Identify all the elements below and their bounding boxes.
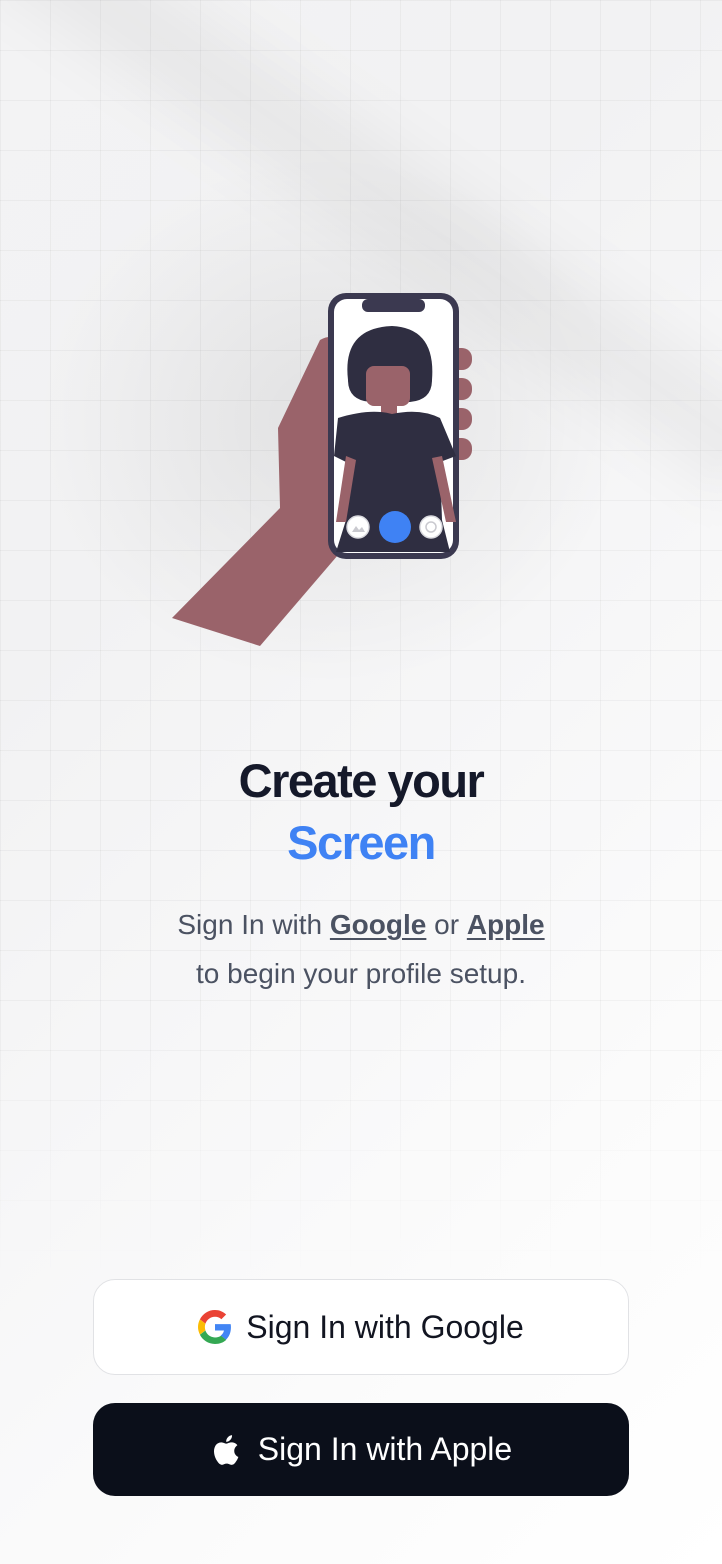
subtitle: Sign In with Google or Apple to begin yo… <box>0 900 722 998</box>
phone-selfie-illustration <box>170 290 480 650</box>
subtitle-line-2: to begin your profile setup. <box>196 958 526 989</box>
google-button-label: Sign In with Google <box>246 1308 524 1345</box>
google-icon <box>198 1310 232 1344</box>
page-title: Create your Screen <box>0 750 722 874</box>
subtitle-prefix: Sign In with <box>177 909 330 940</box>
title-line-2: Screen <box>287 816 436 869</box>
google-link[interactable]: Google <box>330 909 426 940</box>
apple-button-label: Sign In with Apple <box>257 1431 513 1467</box>
apple-icon <box>210 1433 244 1467</box>
apple-link[interactable]: Apple <box>467 909 545 940</box>
sign-in-google-button[interactable]: Sign In with Google <box>93 1279 629 1375</box>
sign-in-apple-button[interactable]: Sign In with Apple <box>93 1403 629 1496</box>
subtitle-middle: or <box>426 909 467 940</box>
title-line-1: Create your <box>238 754 485 807</box>
